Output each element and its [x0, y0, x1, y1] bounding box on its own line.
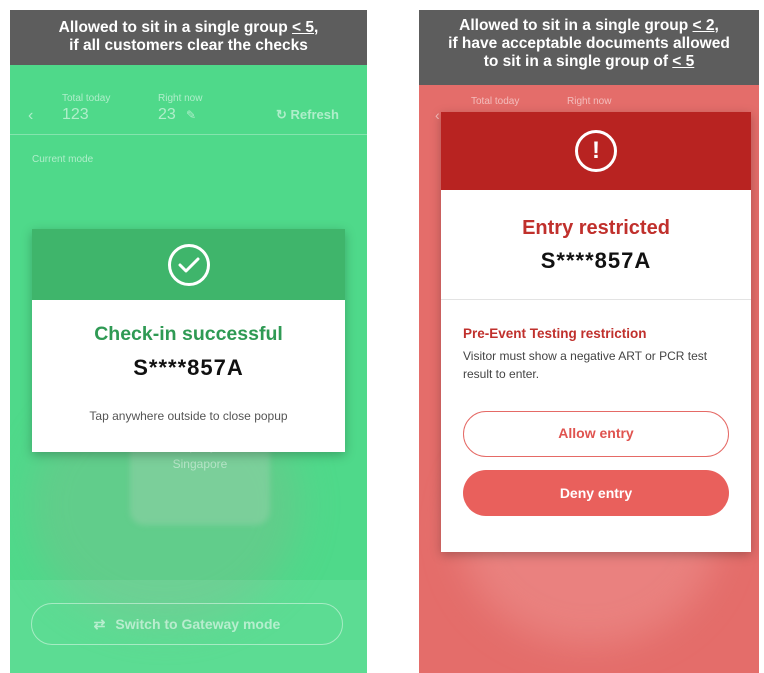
refresh-button[interactable]: ↻ Refresh	[276, 107, 339, 123]
checkmark-icon	[167, 243, 210, 286]
total-today-value: 123	[62, 106, 89, 123]
popup-title-restricted: Entry restricted	[522, 217, 670, 239]
checkin-success-popup: Check-in successful S****857A Tap anywhe…	[32, 229, 345, 452]
restricted-band: !	[441, 112, 751, 190]
app-header: ‹ Total today 123 Right now 23 ✎ ↻ Refre…	[28, 93, 339, 125]
deny-entry-button[interactable]: Deny entry	[463, 470, 729, 516]
right-panel: Allowed to sit in a single group < 2, if…	[419, 10, 759, 673]
right-caption-limit-2: < 5	[672, 53, 695, 70]
entry-screen: ‹ Total today Right now ! Entry restrict…	[419, 85, 759, 673]
edit-icon[interactable]: ✎	[186, 108, 196, 122]
left-panel: Allowed to sit in a single group < 5, if…	[10, 10, 367, 673]
current-mode-label: Current mode	[32, 154, 94, 165]
exclamation-icon: !	[575, 130, 617, 172]
switch-gateway-button[interactable]: ⇄ Switch to Gateway mode	[31, 603, 343, 645]
close-hint: Tap anywhere outside to close popup	[89, 409, 288, 423]
left-caption: Allowed to sit in a single group < 5, if…	[10, 10, 367, 65]
allow-entry-button[interactable]: Allow entry	[463, 411, 729, 457]
visitor-id: S****857A	[133, 355, 244, 380]
visitor-id-restricted: S****857A	[540, 248, 652, 273]
left-caption-limit: < 5,	[292, 19, 319, 36]
right-caption: Allowed to sit in a single group < 2, if…	[419, 10, 759, 85]
checkin-screen: Property of Singapore ‹ Total today 123 …	[10, 65, 367, 673]
back-icon[interactable]: ‹	[28, 107, 33, 125]
restriction-title: Pre-Event Testing restriction	[463, 326, 647, 341]
right-caption-limit: < 2,	[692, 17, 719, 34]
popup-divider	[441, 299, 751, 300]
restriction-text: Visitor must show a negative ART or PCR …	[463, 349, 708, 381]
popup-title: Check-in successful	[94, 323, 283, 345]
swap-icon: ⇄	[93, 615, 106, 632]
back-icon-right[interactable]: ‹	[435, 107, 440, 123]
refresh-icon: ↻	[276, 107, 287, 122]
entry-restricted-popup: ! Entry restricted S****857A Pre-Event T…	[441, 112, 751, 552]
success-band	[32, 229, 345, 300]
right-now-value: 23	[158, 106, 176, 123]
